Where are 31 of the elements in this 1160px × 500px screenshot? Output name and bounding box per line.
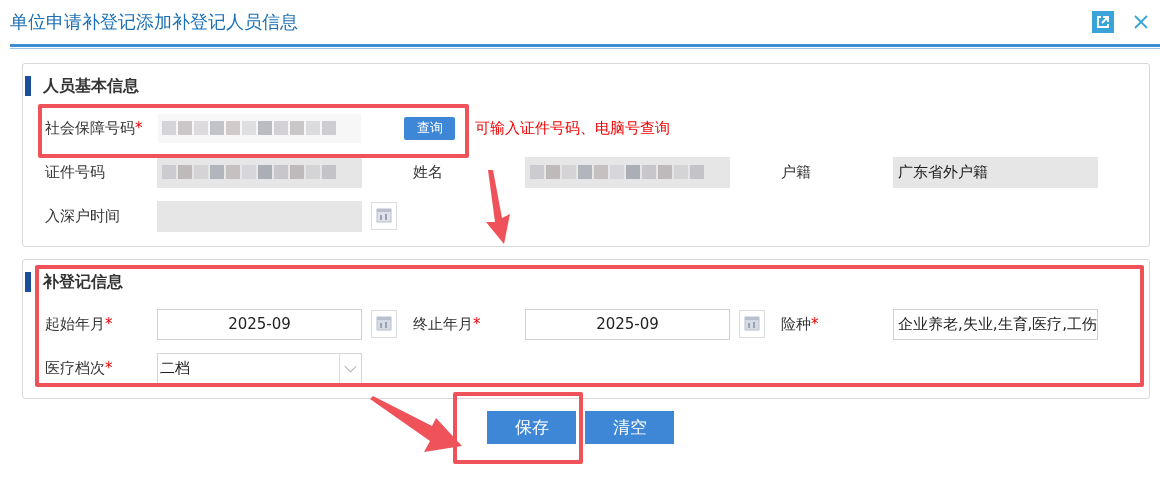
field-label: 证件号码 xyxy=(45,162,106,182)
field-label: 入深户时间 xyxy=(45,206,121,226)
field-label: 医疗档次* xyxy=(45,358,114,378)
input-field[interactable] xyxy=(525,156,730,188)
input-field[interactable]: 企业养老,失业,生育,医疗,工伤 xyxy=(893,308,1098,340)
input-field[interactable] xyxy=(157,156,362,188)
field-label: 姓名 xyxy=(413,162,444,182)
section-title: 人员基本信息 xyxy=(43,75,139,97)
input-field[interactable]: 广东省外户籍 xyxy=(893,156,1098,188)
save-button[interactable]: 保存 xyxy=(487,411,576,444)
section-title: 补登记信息 xyxy=(43,271,123,293)
calendar-icon[interactable] xyxy=(739,310,765,338)
field-label: 终止年月* xyxy=(413,314,482,334)
clear-button[interactable]: 清空 xyxy=(585,411,674,444)
close-icon[interactable] xyxy=(1134,15,1148,29)
date-field[interactable] xyxy=(157,200,362,232)
dropdown[interactable]: 二档 xyxy=(157,352,362,384)
hint-text: 可输入证件号码、电脑号查询 xyxy=(475,118,670,138)
field-label: 起始年月* xyxy=(45,314,114,334)
date-field[interactable]: 2025-09 xyxy=(157,308,362,340)
window-title: 单位申请补登记添加补登记人员信息 xyxy=(10,10,299,34)
popout-icon[interactable] xyxy=(1092,11,1114,33)
date-field[interactable]: 2025-09 xyxy=(525,308,730,340)
field-label: 社会保障号码* xyxy=(45,118,144,138)
query-button[interactable]: 查询 xyxy=(404,116,455,140)
field-label: 险种* xyxy=(781,314,820,334)
field-label: 户籍 xyxy=(781,162,812,182)
section-marker xyxy=(25,272,31,292)
section-marker xyxy=(25,76,31,96)
calendar-icon[interactable] xyxy=(371,310,397,338)
calendar-icon[interactable] xyxy=(371,202,397,230)
